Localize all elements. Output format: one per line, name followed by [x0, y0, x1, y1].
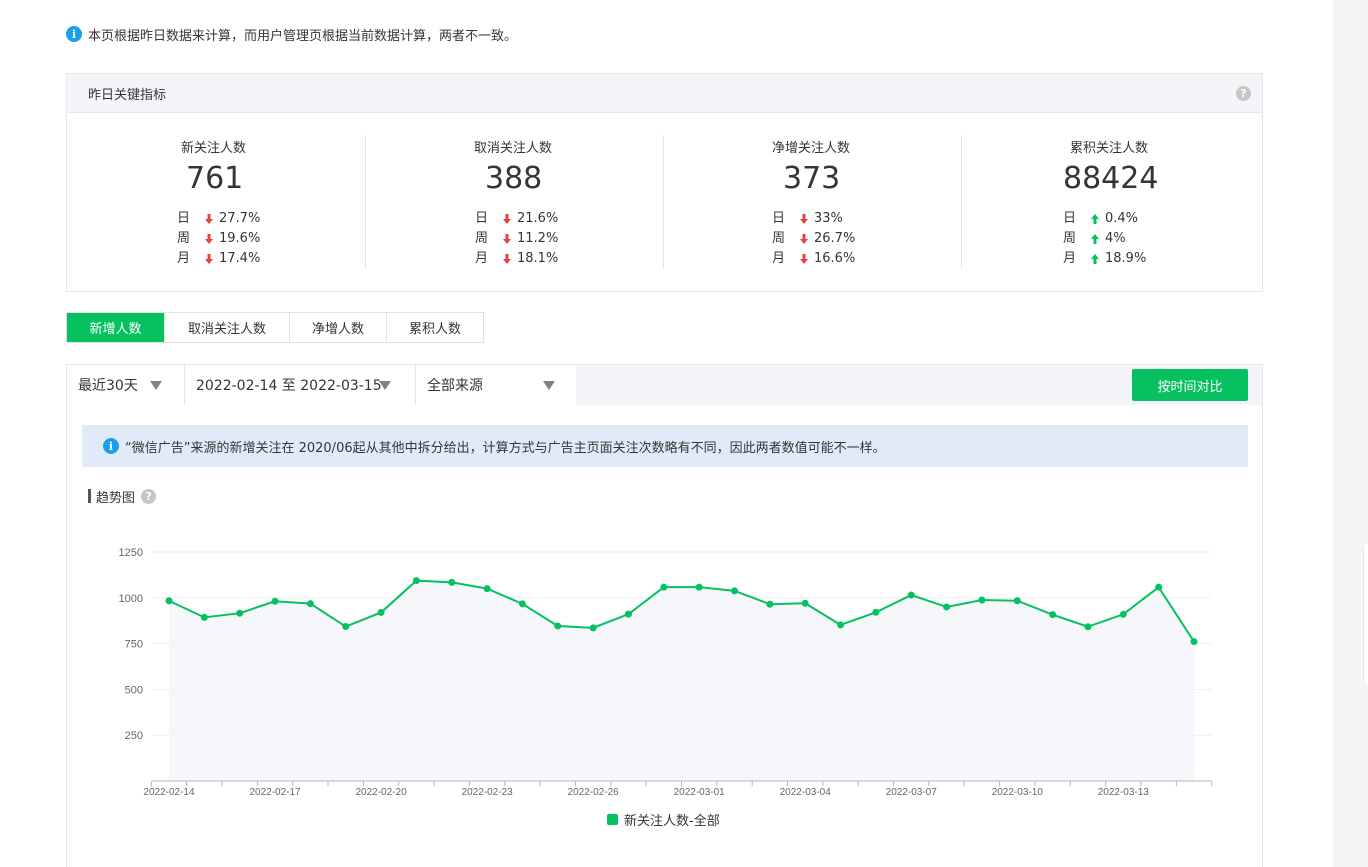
data-point	[448, 578, 456, 586]
data-point	[801, 599, 809, 607]
data-point	[695, 583, 703, 591]
data-point	[731, 587, 739, 595]
page: i 本页根据昨日数据来计算，而用户管理页根据当前数据计算，两者不一致。 昨日关键…	[0, 0, 1368, 867]
data-point	[1013, 597, 1021, 605]
data-point	[837, 621, 845, 629]
legend-swatch	[607, 814, 618, 825]
data-point	[1190, 638, 1198, 646]
legend-label: 新关注人数-全部	[624, 814, 720, 829]
data-point	[412, 577, 420, 585]
data-point	[907, 591, 915, 599]
x-tick-label: 2022-02-20	[355, 787, 407, 798]
x-tick-label: 2022-03-01	[674, 787, 726, 798]
x-tick-label: 2022-03-13	[1098, 787, 1150, 798]
x-tick-label: 2022-02-26	[568, 787, 620, 798]
data-point	[943, 603, 951, 611]
trend-chart: 250 500 750 1000 1250 2022-02-14 2022-02-17 202…	[119, 547, 1213, 798]
x-tick-label: 2022-03-07	[886, 787, 938, 798]
x-tick-label: 2022-02-23	[462, 787, 514, 798]
data-point	[271, 597, 279, 605]
x-tick-label: 2022-02-17	[249, 787, 301, 798]
data-point	[483, 585, 491, 593]
x-tick-label: 2022-03-04	[780, 787, 832, 798]
data-point	[518, 600, 526, 608]
data-point	[766, 600, 774, 608]
data-point	[624, 610, 632, 618]
data-point	[377, 608, 385, 616]
data-point	[1084, 623, 1092, 631]
data-point	[1119, 610, 1127, 618]
chart-legend[interactable]: 新关注人数-全部	[607, 810, 720, 829]
y-tick-label: 1250	[119, 547, 143, 559]
data-point	[872, 608, 880, 616]
data-point	[978, 596, 986, 604]
y-tick-label: 1000	[119, 593, 143, 605]
data-point	[236, 609, 244, 617]
y-tick-label: 250	[125, 730, 143, 742]
y-tick-label: 500	[125, 684, 143, 696]
x-tick-label: 2022-02-14	[143, 787, 195, 798]
data-point	[200, 613, 208, 621]
data-point	[165, 597, 173, 605]
data-point	[1155, 583, 1163, 591]
y-tick-label: 750	[125, 639, 143, 651]
data-point	[660, 583, 668, 591]
data-point	[589, 624, 597, 632]
data-point	[306, 600, 314, 608]
data-point	[554, 622, 562, 630]
data-point	[342, 623, 350, 631]
data-point	[1049, 611, 1057, 619]
x-tick-label: 2022-03-10	[992, 787, 1044, 798]
